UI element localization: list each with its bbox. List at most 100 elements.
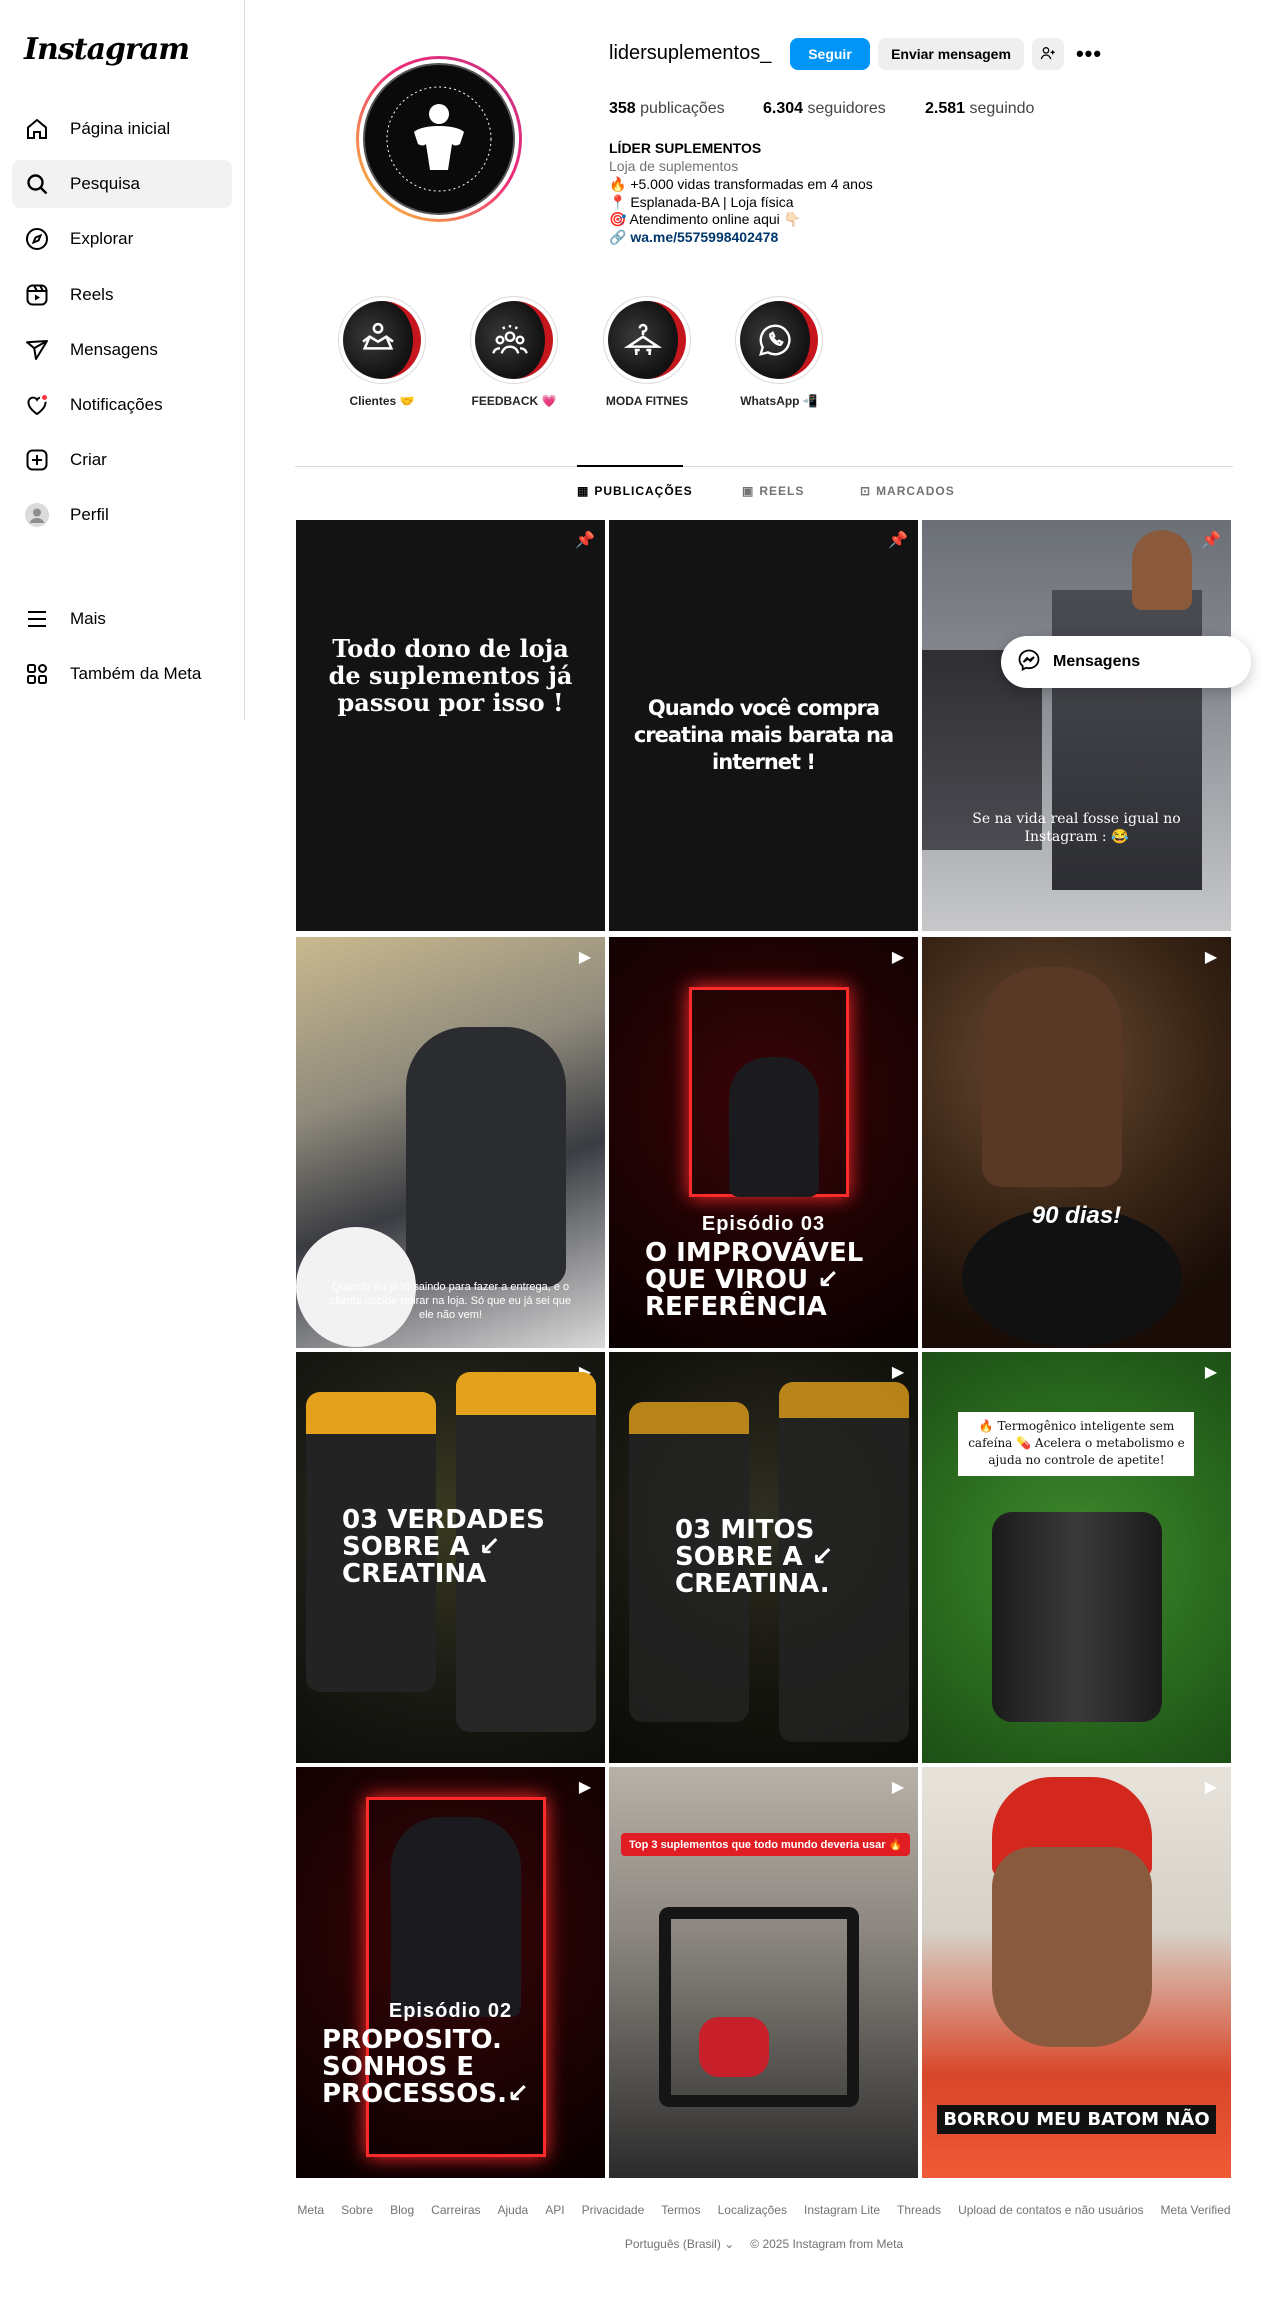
bio-line: 🎯 Atendimento online aqui 👇🏻	[609, 211, 802, 227]
profile-full-name: LÍDER SUPLEMENTOS	[609, 140, 762, 156]
post-tile[interactable]: ▶ 90 dias!	[922, 937, 1231, 1348]
messages-floating-button[interactable]: Mensagens	[1001, 636, 1251, 688]
send-icon	[24, 337, 50, 363]
pin-icon: 📌	[575, 532, 595, 549]
nav-create-label: Criar	[70, 450, 107, 469]
compass-icon	[24, 226, 50, 252]
reels-icon	[24, 282, 50, 308]
instagram-logo[interactable]: Instagram	[24, 32, 190, 67]
post-tile[interactable]: ▶ Quando eu já tô saindo para fazer a en…	[296, 937, 605, 1348]
post-tile[interactable]: ▶ 03 MITOS SOBRE A ↙ CREATINA.	[609, 1352, 918, 1763]
copyright: © 2025 Instagram from Meta	[750, 2237, 904, 2251]
post-caption: BORROU MEU BATOM NÃO	[937, 2105, 1216, 2134]
profile-avatar[interactable]	[356, 56, 522, 222]
footer-link[interactable]: Upload de contatos e não usuários	[958, 2203, 1143, 2217]
language-selector[interactable]: Português (Brasil) ⌄	[625, 2237, 734, 2251]
pin-icon: 📌	[1201, 532, 1221, 549]
post-tile[interactable]: 📌 Quando você compra creatina mais barat…	[609, 520, 918, 931]
highlight-moda-fitnes[interactable]: MODA FITNES	[592, 296, 702, 408]
plus-square-icon	[24, 447, 50, 473]
nav-notifications[interactable]: Notificações	[12, 381, 232, 429]
profile-link[interactable]: 🔗 wa.me/5575998402478	[609, 229, 778, 246]
nav-search[interactable]: Pesquisa	[12, 160, 232, 208]
reel-icon: ▶	[891, 949, 905, 966]
nav-reels-label: Reels	[70, 285, 114, 304]
footer-bottom: Português (Brasil) ⌄ © 2025 Instagram fr…	[295, 2237, 1233, 2251]
post-tile[interactable]: ▶ 🔥 Termogênico inteligente sem cafeína …	[922, 1352, 1231, 1763]
nav-messages[interactable]: Mensagens	[12, 326, 232, 374]
nav-home-label: Página inicial	[70, 119, 171, 138]
link-icon: 🔗	[609, 229, 627, 245]
reel-icon: ▶	[578, 949, 592, 966]
footer-link[interactable]: Threads	[897, 2203, 941, 2217]
footer-link[interactable]: Localizações	[718, 2203, 787, 2217]
reel-icon: ▶	[1204, 1779, 1218, 1796]
follow-button[interactable]: Seguir	[790, 38, 870, 70]
nav-messages-label: Mensagens	[70, 340, 158, 359]
more-options-button[interactable]: •••	[1072, 38, 1106, 70]
whatsapp-icon	[740, 301, 818, 379]
footer-link[interactable]: Instagram Lite	[804, 2203, 880, 2217]
grid-icon: ▦	[577, 484, 590, 498]
footer-link[interactable]: Ajuda	[498, 2203, 529, 2217]
footer-link[interactable]: Carreiras	[431, 2203, 480, 2217]
nav-profile[interactable]: Perfil	[12, 491, 232, 539]
following-stat[interactable]: 2.581 seguindo	[925, 100, 1034, 118]
nav-reels[interactable]: Reels	[12, 271, 232, 319]
reel-icon: ▶	[1204, 1364, 1218, 1381]
posts-stat: 358 publicações	[609, 100, 725, 117]
footer-link[interactable]: Meta Verified	[1161, 2203, 1231, 2217]
tab-tagged[interactable]: ⊡ MARCADOS	[860, 484, 955, 498]
menu-icon	[24, 606, 50, 632]
nav-notifications-label: Notificações	[70, 395, 163, 414]
avatar-logo	[363, 63, 515, 215]
tabs-divider	[295, 466, 1233, 467]
tab-posts[interactable]: ▦ PUBLICAÇÕES	[577, 484, 693, 498]
pin-icon: 📌	[888, 532, 908, 549]
footer-links: Meta Sobre Blog Carreiras Ajuda API Priv…	[295, 2203, 1233, 2217]
reel-icon: ▶	[578, 1779, 592, 1796]
footer-link[interactable]: Termos	[661, 2203, 700, 2217]
nav-more[interactable]: Mais	[12, 595, 232, 643]
group-icon	[475, 301, 553, 379]
messenger-icon	[1017, 648, 1041, 677]
highlight-whatsapp[interactable]: WhatsApp 📲	[724, 296, 834, 408]
nav-home[interactable]: Página inicial	[12, 105, 232, 153]
sidebar: Instagram Página inicial Pesquisa Explor…	[0, 0, 245, 720]
more-dots-icon: •••	[1075, 41, 1103, 66]
home-icon	[24, 116, 50, 142]
suggested-accounts-button[interactable]	[1032, 38, 1064, 70]
footer-link[interactable]: Meta	[297, 2203, 324, 2217]
footer-link[interactable]: Sobre	[341, 2203, 373, 2217]
highlight-feedback[interactable]: FEEDBACK 💗	[459, 296, 569, 408]
nav-create[interactable]: Criar	[12, 436, 232, 484]
notification-dot	[40, 393, 49, 402]
meta-apps-icon	[24, 661, 50, 687]
footer-link[interactable]: API	[545, 2203, 564, 2217]
tab-reels[interactable]: ▣ REELS	[742, 484, 804, 498]
nav-meta[interactable]: Também da Meta	[12, 650, 232, 698]
highlight-clientes[interactable]: Clientes 🤝	[327, 296, 437, 408]
send-message-button[interactable]: Enviar mensagem	[878, 38, 1024, 70]
chevron-down-icon: ⌄	[724, 2237, 735, 2251]
post-tile[interactable]: 📌 Todo dono de loja de suplementos já pa…	[296, 520, 605, 931]
post-tile[interactable]: ▶ 03 VERDADES SOBRE A ↙ CREATINA	[296, 1352, 605, 1763]
nav-explore-label: Explorar	[70, 229, 134, 248]
tagged-icon: ⊡	[860, 484, 872, 498]
post-tile[interactable]: ▶ Episódio 03 O IMPROVÁVEL QUE VIROU ↙ R…	[609, 937, 918, 1348]
reel-icon: ▶	[1204, 949, 1218, 966]
post-tile[interactable]: ▶ BORROU MEU BATOM NÃO	[922, 1767, 1231, 2178]
reel-icon: ▶	[891, 1364, 905, 1381]
nav-search-label: Pesquisa	[70, 174, 140, 193]
post-tile[interactable]: 📌 Se na vida real fosse igual no Instagr…	[922, 520, 1231, 931]
nav-explore[interactable]: Explorar	[12, 215, 232, 263]
hanger-icon	[608, 301, 686, 379]
post-tile[interactable]: ▶ Top 3 suplementos que todo mundo dever…	[609, 1767, 918, 2178]
followers-stat[interactable]: 6.304 seguidores	[763, 100, 886, 118]
reels-tab-icon: ▣	[742, 484, 755, 498]
nav-more-label: Mais	[70, 609, 106, 628]
post-tile[interactable]: ▶ Episódio 02 PROPOSITO. SONHOS E PROCES…	[296, 1767, 605, 2178]
profile-category: Loja de suplementos	[609, 158, 739, 174]
footer-link[interactable]: Blog	[390, 2203, 414, 2217]
footer-link[interactable]: Privacidade	[582, 2203, 645, 2217]
